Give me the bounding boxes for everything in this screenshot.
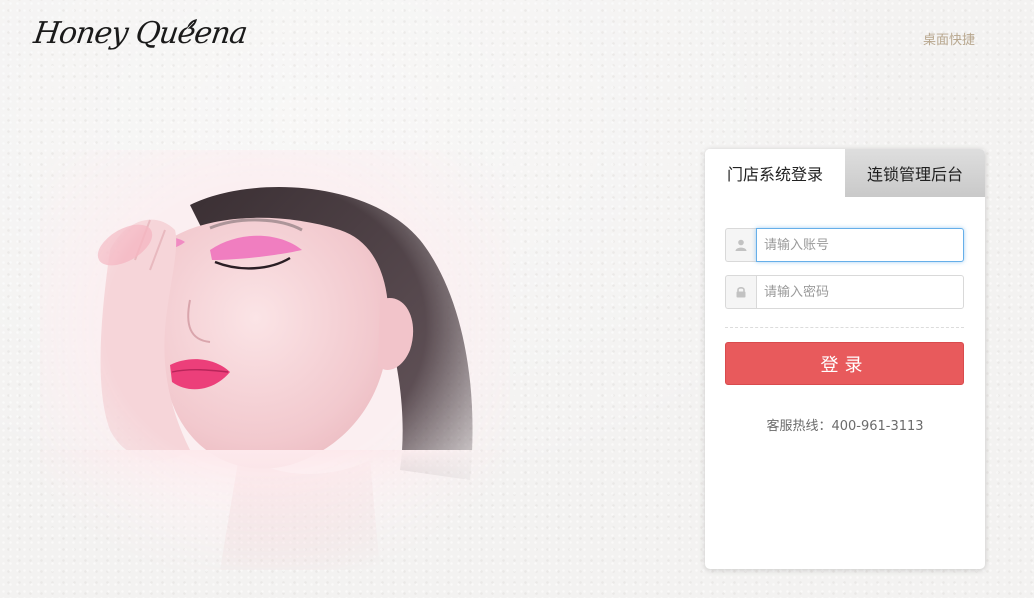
username-group bbox=[725, 228, 964, 262]
login-tabs: 门店系统登录 连锁管理后台 bbox=[705, 149, 985, 197]
login-button[interactable]: 登录 bbox=[725, 342, 964, 385]
user-icon bbox=[725, 228, 756, 262]
hotline-label: 客服热线： bbox=[766, 419, 832, 434]
submit-wrap: 登录 bbox=[705, 342, 985, 385]
logo-wordmark: Honey Queena bbox=[31, 16, 249, 51]
password-group bbox=[725, 275, 964, 309]
hero-model-image bbox=[40, 150, 510, 570]
service-hotline: 客服热线：400-961-3113 bbox=[705, 415, 985, 434]
tab-chain-admin[interactable]: 连锁管理后台 bbox=[845, 149, 985, 197]
login-form bbox=[705, 197, 985, 328]
password-input[interactable] bbox=[756, 275, 964, 309]
form-divider bbox=[725, 327, 964, 328]
username-input[interactable] bbox=[756, 228, 964, 262]
lock-icon bbox=[725, 275, 756, 309]
brand-logo: Honey Queena bbox=[32, 8, 249, 70]
tab-store-login[interactable]: 门店系统登录 bbox=[705, 149, 845, 197]
hotline-number: 400-961-3113 bbox=[831, 419, 924, 434]
leaf-icon bbox=[186, 19, 197, 30]
desktop-shortcut-link[interactable]: 桌面快捷 bbox=[923, 29, 975, 48]
login-panel: 门店系统登录 连锁管理后台 登录 客 bbox=[705, 149, 985, 569]
